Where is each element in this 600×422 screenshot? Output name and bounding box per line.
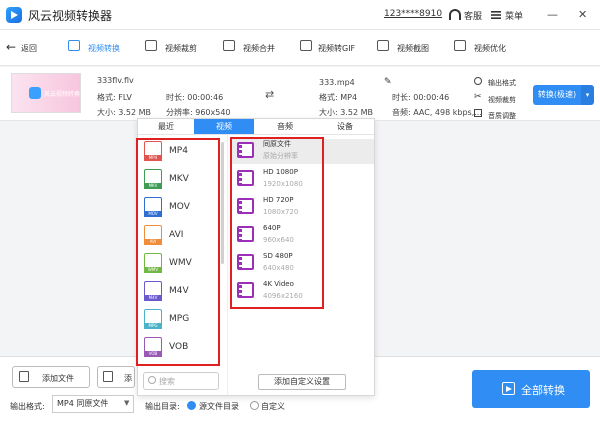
app-logo-icon — [6, 7, 22, 23]
popup-tab-audio[interactable]: 音频 — [254, 119, 316, 134]
popup-tab-video[interactable]: 视频 — [194, 119, 254, 134]
add-folder-label: 添 — [124, 374, 132, 383]
popup-column-divider — [227, 135, 228, 395]
tab-video-optimize[interactable]: 视频优化 — [474, 43, 506, 54]
output-format-select[interactable]: MP4 同原文件 — [52, 395, 134, 413]
account-link[interactable]: 123****8910 — [384, 9, 442, 19]
search-placeholder: 搜索 — [159, 377, 175, 386]
shuffle-arrow-icon: ⇄ — [265, 88, 275, 101]
audio-adjust-icon — [474, 109, 482, 117]
service-label[interactable]: 客服 — [464, 9, 482, 22]
menu-label[interactable]: 菜单 — [505, 9, 523, 22]
radio-source-dir[interactable] — [187, 401, 196, 410]
output-dir-label: 输出目录: — [145, 402, 180, 411]
headset-icon[interactable] — [449, 9, 461, 20]
source-resolution: 分辨率: 960x540 — [166, 108, 231, 117]
source-format: 格式: FLV — [97, 93, 132, 102]
add-custom-setting-button[interactable]: 添加自定义设置 — [258, 374, 346, 390]
output-format-value: MP4 同原文件 — [57, 399, 109, 408]
convert-dropdown-button[interactable]: ▾ — [581, 85, 594, 105]
tab-video-screenshot[interactable]: 视频截图 — [397, 43, 429, 54]
optimize-icon — [454, 40, 466, 51]
audio-adjust-link[interactable]: 音质调整 — [488, 111, 516, 121]
add-file-icon — [19, 371, 29, 382]
popup-tab-divider — [138, 134, 374, 135]
output-format-label: 输出格式: — [10, 402, 45, 411]
play-triangle-icon — [506, 386, 512, 392]
play-icon — [29, 87, 41, 99]
output-format-link[interactable]: 输出格式 — [488, 78, 516, 88]
screenshot-icon — [377, 40, 389, 51]
popup-tab-recent[interactable]: 最近 — [138, 119, 194, 134]
app-title: 风云视频转换器 — [28, 9, 113, 23]
output-file-name: 333.mp4 — [319, 78, 355, 87]
crop-icon — [145, 40, 157, 51]
back-button[interactable]: 返回 — [21, 43, 37, 54]
format-list-highlight — [136, 138, 220, 366]
popup-tab-device[interactable]: 设备 — [316, 119, 374, 134]
source-size: 大小: 3.52 MB — [97, 108, 151, 117]
output-size: 大小: 3.52 MB — [319, 108, 373, 117]
add-folder-icon — [103, 371, 113, 382]
search-icon — [148, 376, 156, 384]
source-duration: 时长: 00:00:46 — [166, 93, 224, 102]
video-crop-link[interactable]: 视频裁剪 — [488, 95, 516, 105]
thumbnail-text: 风云视频转换 — [44, 91, 81, 98]
output-duration: 时长: 00:00:46 — [392, 93, 450, 102]
close-button[interactable]: ✕ — [578, 8, 587, 21]
resolution-list-highlight — [230, 137, 324, 309]
radio-custom-dir[interactable] — [250, 401, 259, 410]
chevron-down-icon: ▼ — [124, 399, 130, 407]
format-list-scrollbar[interactable] — [221, 142, 224, 264]
gif-icon — [300, 40, 312, 51]
source-file-name: 333flv.flv — [97, 76, 134, 85]
minimize-button[interactable]: — — [547, 8, 558, 21]
video-convert-icon — [68, 40, 80, 51]
convert-all-button[interactable]: 全部转换 — [472, 370, 590, 408]
convert-button[interactable]: 转换(极速) — [533, 85, 581, 105]
output-audio: 音频: AAC, 498 kbps,... — [392, 108, 482, 117]
convert-all-label: 全部转换 — [521, 384, 565, 397]
radio-custom-dir-label[interactable]: 自定义 — [261, 401, 285, 412]
output-format: 格式: MP4 — [319, 93, 358, 102]
menu-icon[interactable] — [491, 10, 501, 20]
radio-source-dir-label[interactable]: 源文件目录 — [199, 401, 239, 412]
tab-video-merge[interactable]: 视频合并 — [243, 43, 275, 54]
back-arrow-icon[interactable]: ← — [6, 40, 16, 54]
edit-pencil-icon[interactable]: ✎ — [384, 77, 392, 87]
add-file-label: 添加文件 — [42, 374, 74, 383]
tab-video-crop[interactable]: 视频裁剪 — [165, 43, 197, 54]
scissors-icon: ✂ — [474, 92, 482, 102]
merge-icon — [223, 40, 235, 51]
output-format-icon — [474, 77, 482, 85]
tab-video-convert[interactable]: 视频转换 — [88, 43, 120, 54]
tab-video-to-gif[interactable]: 视频转GIF — [318, 43, 355, 54]
